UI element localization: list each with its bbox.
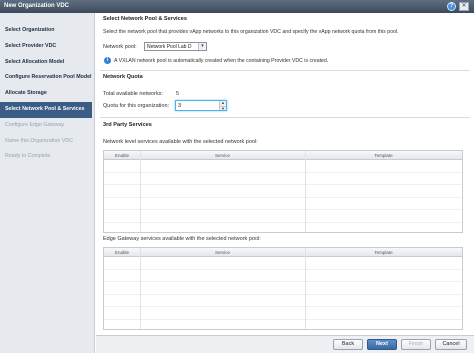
step-select-organization[interactable]: Select Organization bbox=[0, 23, 95, 39]
column-template[interactable]: Template bbox=[305, 250, 462, 255]
page-description: Select the network pool that provides vA… bbox=[103, 29, 399, 35]
vxlan-info-text: A VXLAN network pool is automatically cr… bbox=[114, 58, 329, 64]
divider bbox=[100, 117, 470, 118]
quota-label: Quota for this organization: bbox=[103, 103, 170, 109]
table-row bbox=[104, 185, 462, 198]
back-button[interactable]: Back bbox=[333, 339, 363, 350]
help-icon[interactable]: ? bbox=[447, 2, 456, 11]
divider bbox=[100, 70, 470, 71]
column-service[interactable]: Service bbox=[140, 250, 305, 255]
step-allocate-storage[interactable]: Allocate Storage bbox=[0, 86, 95, 102]
total-networks-label: Total available networks: bbox=[103, 91, 163, 97]
column-template[interactable]: Template bbox=[305, 153, 462, 158]
table-row bbox=[104, 295, 462, 307]
step-select-allocation-model[interactable]: Select Allocation Model bbox=[0, 55, 95, 71]
table-row bbox=[104, 307, 462, 320]
close-icon[interactable]: ✕ bbox=[459, 2, 469, 11]
quota-stepper[interactable]: 3 ▲ ▼ bbox=[175, 100, 227, 111]
table-header: Enable Service Template bbox=[104, 151, 462, 160]
network-services-label: Network level services available with th… bbox=[103, 139, 258, 145]
column-divider bbox=[140, 151, 141, 232]
column-divider bbox=[305, 151, 306, 232]
step-ready-to-complete: Ready to Complete bbox=[5, 153, 51, 160]
total-networks-value: 5 bbox=[176, 91, 180, 97]
decrement-icon[interactable]: ▼ bbox=[219, 105, 226, 110]
step-configure-edge-gateway: Configure Edge Gateway bbox=[5, 121, 65, 128]
table-row bbox=[104, 198, 462, 210]
step-select-provider-vdc[interactable]: Select Provider VDC bbox=[0, 39, 95, 55]
table-row bbox=[104, 210, 462, 223]
page-title: Select Network Pool & Services bbox=[103, 16, 187, 22]
table-row bbox=[104, 160, 462, 173]
cancel-button[interactable]: Cancel bbox=[435, 339, 467, 350]
network-services-table: Enable Service Template bbox=[103, 150, 463, 233]
quota-value[interactable]: 3 bbox=[178, 103, 181, 109]
third-party-heading: 3rd Party Services bbox=[103, 122, 152, 128]
info-icon: i bbox=[104, 57, 111, 64]
next-button[interactable]: Next bbox=[367, 339, 397, 350]
finish-button: Finish bbox=[401, 339, 431, 350]
network-pool-value: Network Pool Lab D bbox=[147, 44, 192, 50]
network-pool-select[interactable]: Network Pool Lab D ▾ bbox=[144, 42, 207, 51]
column-service[interactable]: Service bbox=[140, 153, 305, 158]
network-pool-label: Network pool: bbox=[103, 44, 137, 50]
column-divider bbox=[140, 248, 141, 329]
wizard-sidebar: Select Organization Select Provider VDC … bbox=[0, 13, 95, 353]
window-titlebar: New Organization VDC ? ✕ bbox=[0, 0, 474, 13]
edge-services-label: Edge Gateway services available with the… bbox=[103, 236, 261, 242]
chevron-down-icon[interactable]: ▾ bbox=[198, 43, 206, 50]
column-enable[interactable]: Enable bbox=[104, 250, 140, 255]
column-enable[interactable]: Enable bbox=[104, 153, 140, 158]
window-title: New Organization VDC bbox=[4, 3, 70, 9]
column-divider bbox=[305, 248, 306, 329]
step-select-network-pool[interactable]: Select Network Pool & Services bbox=[0, 101, 92, 118]
table-row bbox=[104, 270, 462, 282]
table-row bbox=[104, 173, 462, 185]
table-header: Enable Service Template bbox=[104, 248, 462, 257]
table-row bbox=[104, 282, 462, 295]
edge-services-table: Enable Service Template bbox=[103, 247, 463, 330]
step-configure-reservation-pool[interactable]: Configure Reservation Pool Model bbox=[0, 70, 95, 86]
network-quota-heading: Network Quota bbox=[103, 74, 143, 80]
step-name-vdc: Name this Organization VDC bbox=[5, 137, 74, 144]
table-row bbox=[104, 257, 462, 270]
